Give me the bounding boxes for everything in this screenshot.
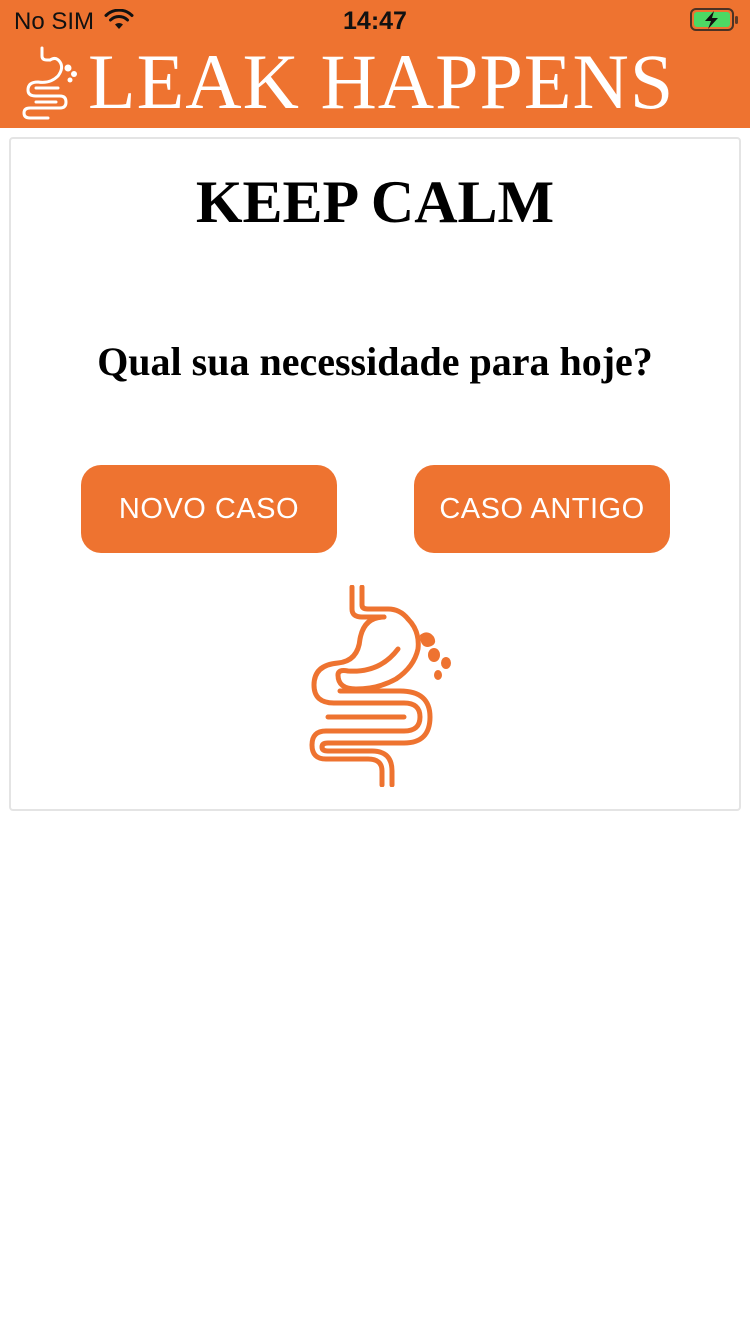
battery-charging-icon [690,8,738,31]
caso-antigo-button[interactable]: CASO ANTIGO [414,465,670,553]
app-header: No SIM 14:47 LEAK HAPPENS [0,0,750,128]
app-title: LEAK HAPPENS [88,38,675,125]
intestine-leak-icon [22,46,77,120]
intestine-leak-icon [309,585,451,787]
question-text: Qual sua necessidade para hoje? [97,339,653,384]
page-title: KEEP CALM [195,169,555,235]
status-bar: No SIM 14:47 [0,0,750,40]
novo-caso-button[interactable]: NOVO CASO [81,465,337,553]
status-time: 14:47 [343,7,407,35]
main-card: KEEP CALM Qual sua necessidade para hoje… [9,137,741,811]
